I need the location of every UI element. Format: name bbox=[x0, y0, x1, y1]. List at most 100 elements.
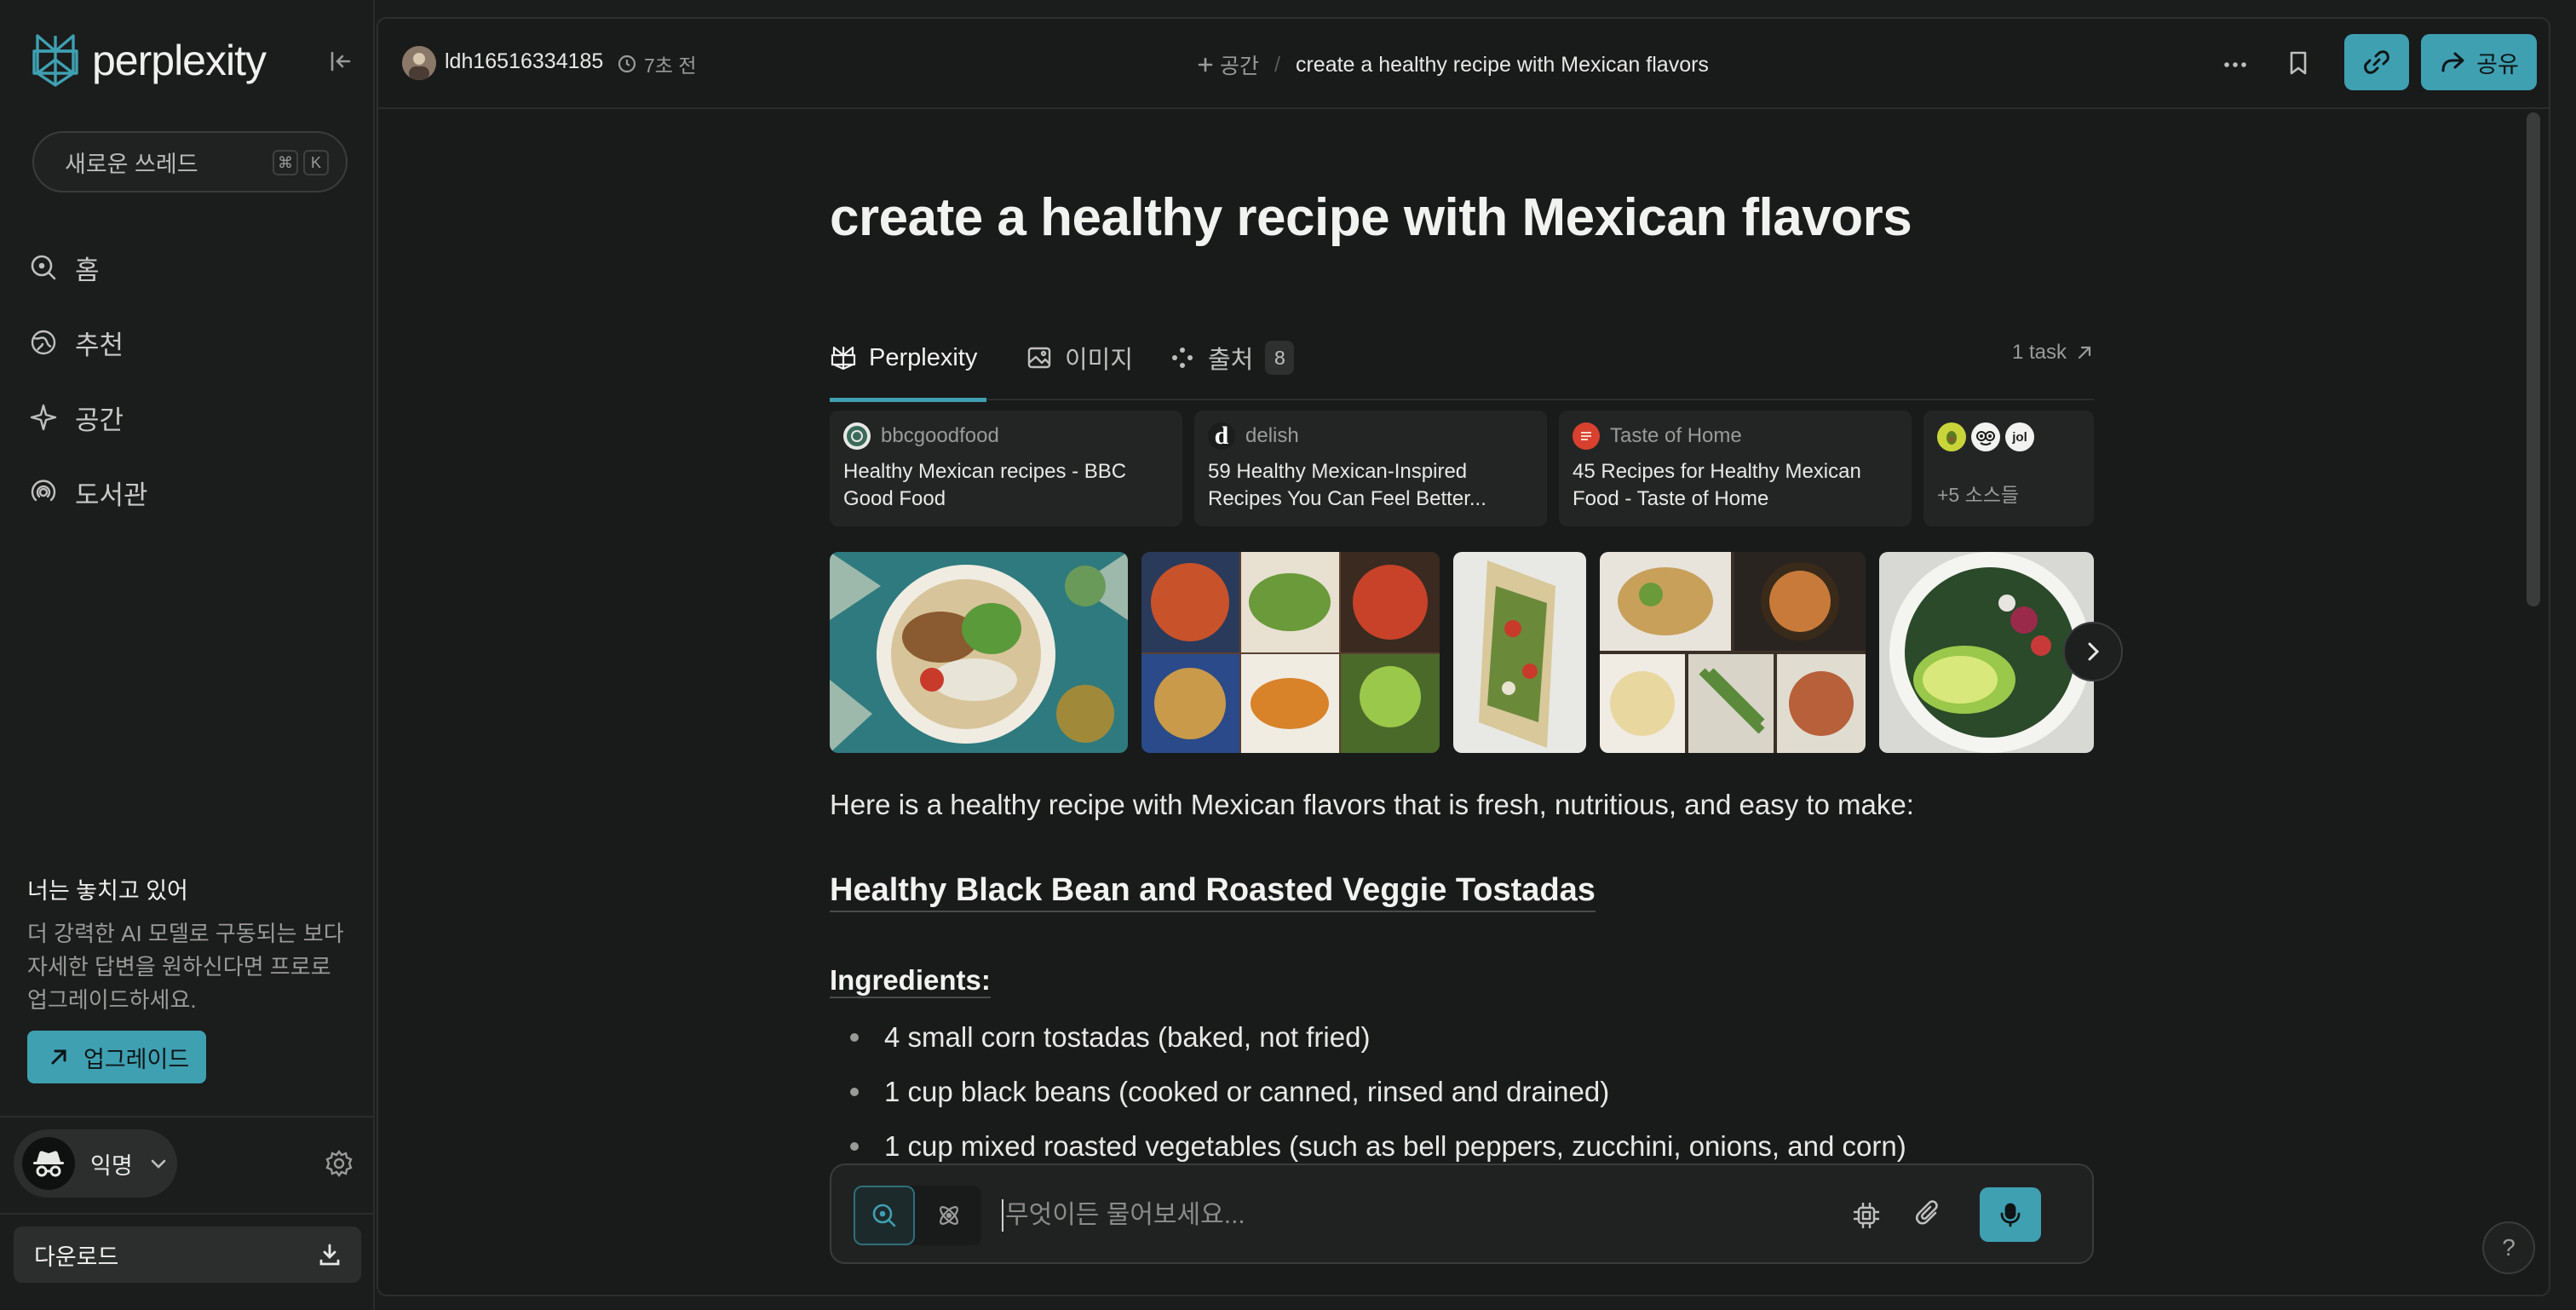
user-name: 익명 bbox=[90, 1152, 133, 1179]
sparkle-icon bbox=[30, 404, 57, 431]
search-mode-toggle bbox=[854, 1186, 981, 1245]
incognito-icon bbox=[33, 1151, 64, 1177]
bbcgoodfood-favicon bbox=[843, 422, 871, 450]
eyes-favicon bbox=[1971, 422, 2000, 451]
image-icon bbox=[1027, 347, 1051, 369]
thread-header: ldh16516334185 7초 전 공간 / create a health… bbox=[378, 19, 2549, 109]
ask-input[interactable] bbox=[1005, 1187, 1772, 1244]
plus-icon bbox=[1198, 57, 1213, 72]
sidebar-nav: 홈 추천 공간 도서관 bbox=[29, 230, 148, 530]
arrow-up-right-icon bbox=[51, 1049, 66, 1065]
tab-images[interactable]: 이미지 bbox=[1026, 315, 1133, 400]
perplexity-icon bbox=[831, 346, 856, 371]
breadcrumb-title: create a healthy recipe with Mexican fla… bbox=[1295, 52, 1709, 77]
ingredients-list: 4 small corn tostadas (baked, not fried)… bbox=[850, 1010, 1906, 1174]
sources-count-badge: 8 bbox=[1265, 341, 1295, 375]
text-caret bbox=[1002, 1199, 1003, 1232]
avatar bbox=[22, 1137, 75, 1190]
tab-perplexity[interactable]: Perplexity bbox=[830, 315, 986, 402]
list-item: 1 cup black beans (cooked or canned, rin… bbox=[850, 1065, 1906, 1119]
more-options-icon[interactable] bbox=[2218, 48, 2252, 82]
source-title: Healthy Mexican recipes - BBC Good Food bbox=[843, 460, 1127, 510]
timestamp-text: 7초 전 bbox=[644, 55, 697, 77]
answer-intro: Here is a healthy recipe with Mexican fl… bbox=[830, 789, 1914, 820]
download-button[interactable]: 다운로드 bbox=[14, 1227, 361, 1283]
ask-composer bbox=[830, 1163, 2094, 1264]
tab-label: Perplexity bbox=[869, 343, 978, 371]
arrow-up-right-icon bbox=[2078, 346, 2091, 359]
chip-icon[interactable] bbox=[1850, 1199, 1883, 1232]
breadcrumb: 공간 / create a healthy recipe with Mexica… bbox=[1196, 49, 1709, 80]
delish-favicon: d bbox=[1208, 422, 1235, 450]
avatar bbox=[402, 46, 436, 80]
image-carousel bbox=[830, 552, 2123, 753]
share-icon bbox=[2441, 52, 2464, 72]
promo-text: 더 강력한 AI 모델로 구동되는 보다 자세한 답변을 원하신다면 프로로 업… bbox=[27, 921, 344, 1013]
main-panel: ldh16516334185 7초 전 공간 / create a health… bbox=[377, 17, 2550, 1296]
answer-body: Here is a healthy recipe with Mexican fl… bbox=[830, 789, 2094, 1162]
voice-input-button[interactable] bbox=[1980, 1187, 2041, 1242]
new-thread-button[interactable]: 새로운 쓰레드 ⌘ K bbox=[32, 131, 348, 192]
upgrade-promo: 너는 놓치고 있어 더 강력한 AI 모델로 구동되는 보다 자세한 답변을 원… bbox=[27, 872, 351, 1083]
answer-tabs: Perplexity 이미지 출처 8 1 task bbox=[830, 315, 2094, 402]
carousel-next-button[interactable] bbox=[2063, 622, 2123, 681]
paperclip-icon[interactable] bbox=[1912, 1198, 1946, 1232]
copy-link-button[interactable] bbox=[2344, 34, 2409, 90]
sidebar-item-label: 홈 bbox=[75, 255, 100, 285]
collapse-sidebar-icon[interactable] bbox=[325, 46, 356, 77]
source-card[interactable]: d delish 59 Healthy Mexican-Inspired Rec… bbox=[1194, 411, 1547, 526]
source-site: delish bbox=[1245, 424, 1299, 447]
page-title: create a healthy recipe with Mexican fla… bbox=[830, 188, 1912, 247]
food-image[interactable] bbox=[1600, 552, 1866, 753]
sidebar-item-label: 추천 bbox=[75, 330, 124, 360]
bookmark-icon[interactable] bbox=[2281, 46, 2315, 80]
share-button[interactable]: 공유 bbox=[2421, 34, 2537, 90]
food-image[interactable] bbox=[1141, 552, 1440, 753]
source-cards: bbcgoodfood Healthy Mexican recipes - BB… bbox=[830, 411, 2094, 526]
thread-author[interactable]: ldh16516334185 bbox=[445, 49, 603, 74]
chevron-right-icon bbox=[2088, 642, 2100, 661]
reasoning-mode-button[interactable] bbox=[918, 1186, 980, 1245]
avocado-favicon bbox=[1937, 422, 1966, 451]
more-sources-card[interactable]: jol +5 소스들 bbox=[1923, 411, 2094, 526]
jol-favicon: jol bbox=[2005, 422, 2034, 451]
chevron-down-icon bbox=[151, 1159, 165, 1169]
breadcrumb-separator: / bbox=[1274, 52, 1280, 77]
sidebar-item-library[interactable]: 도서관 bbox=[29, 455, 148, 530]
source-site: bbcgoodfood bbox=[881, 424, 999, 447]
divider bbox=[0, 1116, 375, 1118]
gear-icon[interactable] bbox=[324, 1148, 354, 1179]
sidebar-item-home[interactable]: 홈 bbox=[29, 230, 148, 305]
search-icon bbox=[872, 1204, 896, 1227]
source-card[interactable]: Taste of Home 45 Recipes for Healthy Mex… bbox=[1559, 411, 1912, 526]
tab-sources[interactable]: 출처 8 bbox=[1169, 315, 1295, 400]
user-menu[interactable]: 익명 bbox=[14, 1129, 177, 1198]
search-mode-button[interactable] bbox=[854, 1186, 915, 1245]
sidebar-item-spaces[interactable]: 공간 bbox=[29, 380, 148, 455]
cmd-key: ⌘ bbox=[273, 150, 298, 175]
source-title: 45 Recipes for Healthy Mexican Food - Ta… bbox=[1573, 460, 1861, 510]
download-label: 다운로드 bbox=[34, 1244, 119, 1270]
space-label: 공간 bbox=[1220, 55, 1260, 78]
sidebar-item-label: 도서관 bbox=[75, 480, 148, 510]
scrollbar[interactable] bbox=[2527, 112, 2540, 606]
share-label: 공유 bbox=[2476, 51, 2519, 78]
add-to-space-button[interactable]: 공간 bbox=[1196, 49, 1259, 80]
help-button[interactable]: ? bbox=[2482, 1221, 2535, 1274]
library-icon bbox=[31, 480, 56, 502]
sidebar-item-discover[interactable]: 추천 bbox=[29, 305, 148, 380]
food-image[interactable] bbox=[1879, 552, 2094, 753]
food-image[interactable] bbox=[1453, 552, 1586, 753]
sidebar-item-label: 공간 bbox=[75, 405, 124, 435]
logo[interactable]: perplexity bbox=[31, 32, 267, 89]
perplexity-logo-icon bbox=[32, 34, 78, 87]
download-icon bbox=[319, 1244, 340, 1266]
k-key: K bbox=[303, 150, 329, 175]
food-image[interactable] bbox=[830, 552, 1128, 753]
upgrade-button[interactable]: 업그레이드 bbox=[27, 1031, 206, 1083]
sidebar: perplexity 새로운 쓰레드 ⌘ K 홈 추천 공간 도서관 너는 놓치… bbox=[0, 0, 375, 1310]
app-window: perplexity 새로운 쓰레드 ⌘ K 홈 추천 공간 도서관 너는 놓치… bbox=[0, 0, 2576, 1310]
source-card[interactable]: bbcgoodfood Healthy Mexican recipes - BB… bbox=[830, 411, 1182, 526]
task-link[interactable]: 1 task bbox=[2012, 341, 2094, 365]
search-icon bbox=[31, 255, 56, 280]
